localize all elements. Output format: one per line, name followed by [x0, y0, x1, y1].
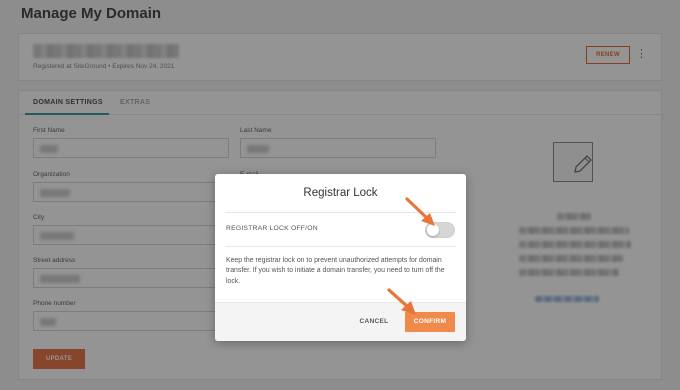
annotation-arrow-toggle-icon — [405, 197, 435, 226]
dialog-description: Keep the registrar lock on to prevent un… — [226, 257, 445, 285]
divider — [225, 246, 456, 247]
dialog-footer: CANCEL CONFIRM — [215, 302, 466, 341]
registrar-lock-label: REGISTRAR LOCK OFF/ON — [226, 225, 318, 232]
annotation-arrow-confirm-icon — [387, 288, 416, 315]
